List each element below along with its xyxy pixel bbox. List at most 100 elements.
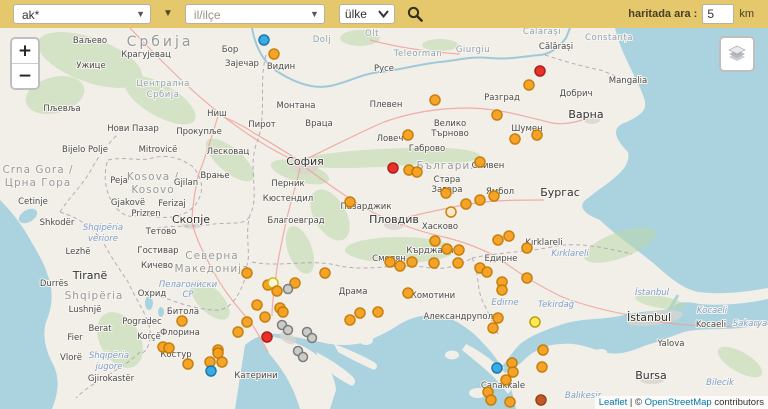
map-marker-o[interactable] <box>402 129 414 141</box>
map-marker-ro[interactable] <box>445 206 457 218</box>
map-label: Србија <box>147 90 180 100</box>
map-marker-o[interactable] <box>485 394 497 406</box>
map-marker-o[interactable] <box>411 166 423 178</box>
map-marker-o[interactable] <box>429 94 441 106</box>
map-label: Edirne <box>491 298 518 308</box>
zoom-control: + − <box>10 37 40 90</box>
map-label: Lezhë <box>66 247 91 257</box>
chevron-down-icon[interactable]: ▼ <box>163 9 173 19</box>
map-attribution: Leaflet | © OpenStreetMap contributors <box>594 396 768 409</box>
province-input[interactable] <box>191 6 310 24</box>
map-marker-o[interactable] <box>372 306 384 318</box>
map-marker-o[interactable] <box>441 243 453 255</box>
map-marker-o[interactable] <box>504 396 516 408</box>
map-marker-o[interactable] <box>500 374 512 386</box>
map-marker-r[interactable] <box>387 162 399 174</box>
map-marker-o[interactable] <box>474 194 486 206</box>
map-marker-g[interactable] <box>306 332 318 344</box>
map-label: Dolj <box>313 35 331 45</box>
map-marker-o[interactable] <box>496 284 508 296</box>
map-marker-o[interactable] <box>271 285 283 297</box>
map-marker-o[interactable] <box>474 156 486 168</box>
map-marker-g[interactable] <box>297 351 309 363</box>
map-marker-o[interactable] <box>487 322 499 334</box>
osm-link[interactable]: OpenStreetMap <box>645 397 712 408</box>
map-marker-r[interactable] <box>261 331 273 343</box>
attribution-sep: | © <box>627 397 645 408</box>
map-marker-o[interactable] <box>460 198 472 210</box>
map-marker-r[interactable] <box>534 65 546 77</box>
map-marker-o[interactable] <box>259 311 271 323</box>
map-marker-o[interactable] <box>394 260 406 272</box>
map-marker-o[interactable] <box>319 267 331 279</box>
map-marker-g[interactable] <box>282 283 294 295</box>
map-label: Добрич <box>559 89 592 99</box>
radius-label: haritada ara : <box>628 8 698 20</box>
map-marker-o[interactable] <box>182 358 194 370</box>
map-marker-o[interactable] <box>521 272 533 284</box>
layers-control[interactable] <box>719 36 755 72</box>
map-marker-g[interactable] <box>282 324 294 336</box>
map-marker-o[interactable] <box>531 129 543 141</box>
radius-input[interactable] <box>702 4 735 24</box>
map-canvas[interactable]: Србија Crna Gora / Црна Гора Kosova / Kosovo… <box>0 28 768 409</box>
map-marker-o[interactable] <box>212 347 224 359</box>
map-marker-o[interactable] <box>251 299 263 311</box>
map-label: Охрид <box>138 289 167 299</box>
map-label: Прокупље <box>176 127 222 137</box>
zoom-out-button[interactable]: − <box>12 64 38 88</box>
country-select[interactable]: ülke <box>338 4 395 24</box>
map-marker-o[interactable] <box>241 316 253 328</box>
map-marker-o[interactable] <box>277 306 289 318</box>
province-combobox[interactable]: ▼ <box>184 4 325 24</box>
map-marker-o[interactable] <box>406 256 418 268</box>
map-label: İstanbul <box>627 311 671 324</box>
map-marker-o[interactable] <box>523 79 535 91</box>
search-input[interactable] <box>20 6 136 24</box>
map-marker-o[interactable] <box>521 242 533 254</box>
map-marker-o[interactable] <box>491 109 503 121</box>
map-marker-o[interactable] <box>344 196 356 208</box>
map-marker-o[interactable] <box>384 256 396 268</box>
map-marker-o[interactable] <box>537 344 549 356</box>
radius-group: haritada ara : km <box>628 4 754 24</box>
map-marker-o[interactable] <box>402 287 414 299</box>
map-label: Peja <box>110 176 128 186</box>
map-label: Пелагониски <box>159 280 218 290</box>
map-marker-o[interactable] <box>440 187 452 199</box>
map-label: Tekirdağ <box>538 300 575 310</box>
map-marker-o[interactable] <box>453 244 465 256</box>
map-marker-o[interactable] <box>452 257 464 269</box>
map-marker-o[interactable] <box>176 315 188 327</box>
map-marker-o[interactable] <box>241 267 253 279</box>
map-marker-o[interactable] <box>503 230 515 242</box>
leaflet-link[interactable]: Leaflet <box>599 397 628 408</box>
map-marker-y[interactable] <box>529 316 541 328</box>
map-marker-o[interactable] <box>163 342 175 354</box>
map-marker-o[interactable] <box>354 307 366 319</box>
map-marker-o[interactable] <box>509 133 521 145</box>
map-marker-o[interactable] <box>232 326 244 338</box>
map-marker-o[interactable] <box>492 234 504 246</box>
map-marker-b[interactable] <box>491 362 503 374</box>
map-marker-o[interactable] <box>488 190 500 202</box>
map-marker-o[interactable] <box>268 48 280 60</box>
map-label: Тетово <box>145 227 177 237</box>
map-marker-b[interactable] <box>258 34 270 46</box>
search-button[interactable] <box>405 4 425 24</box>
map-marker-o[interactable] <box>492 312 504 324</box>
map-marker-o[interactable] <box>429 235 441 247</box>
map-marker-b[interactable] <box>205 365 217 377</box>
map-marker-o[interactable] <box>481 266 493 278</box>
map-label: İstanbul <box>635 287 670 298</box>
map-marker-o[interactable] <box>428 257 440 269</box>
magnifier-icon <box>407 6 423 22</box>
map-label: Бор <box>222 45 238 55</box>
map-marker-o[interactable] <box>344 314 356 326</box>
map-marker-o[interactable] <box>536 361 548 373</box>
map-label: Видин <box>267 62 295 72</box>
map-marker-m[interactable] <box>535 394 547 406</box>
map-label: Търново <box>430 129 469 139</box>
zoom-in-button[interactable]: + <box>12 39 38 64</box>
search-combobox[interactable]: ▼ <box>13 4 151 24</box>
